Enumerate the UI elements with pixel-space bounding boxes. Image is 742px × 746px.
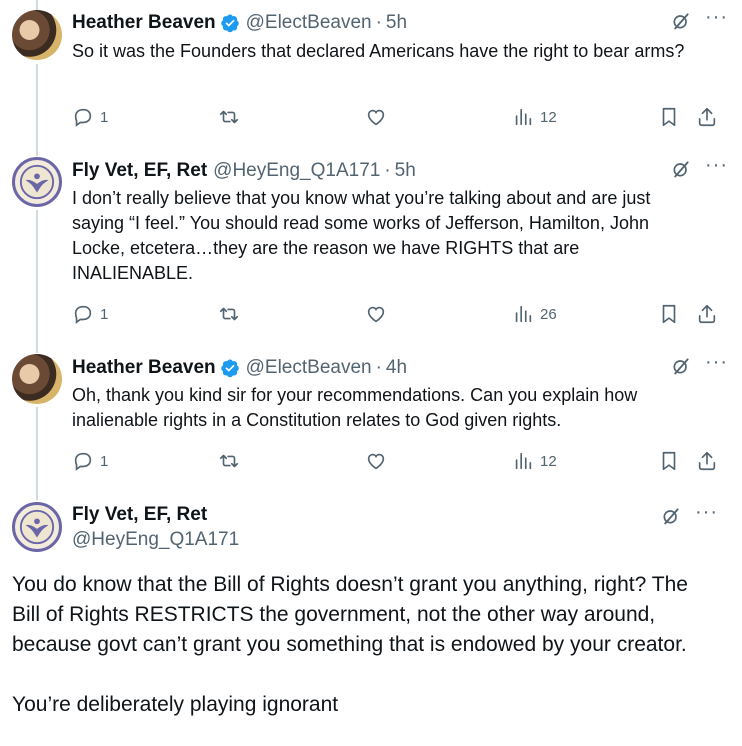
grok-icon[interactable]: [671, 11, 691, 31]
more-options-icon[interactable]: ···: [705, 155, 728, 175]
views-count: 12: [540, 108, 557, 126]
repost-icon: [219, 307, 239, 321]
bookmark-button[interactable]: [658, 106, 680, 128]
reply-tweet[interactable]: Fly Vet, EF, Ret @HeyEng_Q1A171 · 5h ···…: [0, 150, 742, 347]
share-icon: [698, 107, 716, 127]
heart-icon: [367, 306, 385, 323]
reply-button[interactable]: 1: [72, 106, 108, 128]
share-button[interactable]: [696, 106, 718, 128]
emblem-icon: [19, 164, 55, 200]
timestamp[interactable]: 4h: [386, 356, 407, 380]
avatar[interactable]: [12, 354, 62, 404]
avatar[interactable]: [12, 157, 62, 207]
reply-button[interactable]: 1: [72, 450, 108, 472]
reply-count: 1: [100, 305, 109, 323]
grok-icon[interactable]: [671, 356, 691, 376]
paragraph: You’re deliberately playing ignorant: [12, 693, 339, 716]
timestamp[interactable]: 5h: [395, 159, 416, 183]
action-bar: 1 12: [72, 450, 726, 474]
bookmark-icon: [662, 304, 676, 324]
tweet-text: I don’t really believe that you know wha…: [72, 188, 651, 283]
reply-tweet[interactable]: Heather Beaven @ElectBeaven · 5h ··· So …: [0, 0, 742, 150]
bookmark-icon: [662, 451, 676, 471]
author-name[interactable]: Fly Vet, EF, Ret: [72, 159, 207, 183]
bookmark-button[interactable]: [658, 450, 680, 472]
views-button[interactable]: 26: [512, 303, 557, 325]
more-options-icon[interactable]: ···: [705, 352, 728, 372]
repost-button[interactable]: [218, 450, 240, 472]
verified-badge-icon: [220, 13, 240, 33]
author-handle[interactable]: @ElectBeaven: [246, 11, 372, 35]
heart-icon: [367, 109, 385, 126]
author-name[interactable]: Fly Vet, EF, Ret: [72, 503, 239, 527]
emblem-icon: [19, 509, 55, 545]
repost-button[interactable]: [218, 303, 240, 325]
tweet-text: So it was the Founders that declared Ame…: [72, 41, 685, 61]
reply-count: 1: [100, 108, 109, 126]
views-icon: [515, 108, 532, 126]
main-header-actions: ···: [661, 502, 718, 526]
timestamp[interactable]: 5h: [386, 11, 407, 35]
share-button[interactable]: [696, 450, 718, 472]
like-button[interactable]: [365, 106, 387, 128]
reply-icon: [74, 305, 92, 324]
bookmark-button[interactable]: [658, 303, 680, 325]
share-button[interactable]: [696, 303, 718, 325]
tweet-header: Heather Beaven @ElectBeaven · 5h ···: [72, 7, 728, 35]
like-button[interactable]: [365, 450, 387, 472]
reply-button[interactable]: 1: [72, 303, 108, 325]
repost-icon: [219, 110, 239, 124]
separator-dot: ·: [384, 160, 391, 181]
reply-count: 1: [100, 452, 109, 470]
grok-icon[interactable]: [661, 506, 681, 526]
grok-icon[interactable]: [671, 159, 691, 179]
tweet-text: Oh, thank you kind sir for your recommen…: [72, 385, 638, 430]
share-icon: [698, 451, 716, 471]
views-icon: [515, 452, 532, 470]
avatar[interactable]: [12, 502, 62, 552]
reply-tweet[interactable]: Heather Beaven @ElectBeaven · 4h ··· Oh,…: [0, 347, 742, 497]
main-tweet-text: You do know that the Bill of Rights does…: [12, 570, 728, 746]
repost-icon: [219, 454, 239, 468]
views-count: 12: [540, 452, 557, 470]
separator-dot: ·: [375, 12, 382, 33]
author-name[interactable]: Heather Beaven: [72, 356, 216, 380]
verified-badge-icon: [220, 358, 240, 378]
action-bar: 1 26: [72, 303, 726, 327]
reply-icon: [74, 452, 92, 471]
more-options-icon[interactable]: ···: [695, 502, 718, 522]
main-tweet-header: Fly Vet, EF, Ret @HeyEng_Q1A171: [72, 503, 239, 553]
tweet-header: Fly Vet, EF, Ret @HeyEng_Q1A171 · 5h ···: [72, 155, 728, 183]
author-handle[interactable]: @HeyEng_Q1A171: [213, 159, 380, 183]
views-icon: [515, 305, 532, 323]
views-button[interactable]: 12: [512, 106, 557, 128]
heart-icon: [367, 453, 385, 470]
action-bar: 1 12: [72, 106, 726, 130]
bookmark-icon: [662, 107, 676, 127]
share-icon: [698, 304, 716, 324]
repost-button[interactable]: [218, 106, 240, 128]
separator-dot: ·: [375, 357, 382, 378]
avatar[interactable]: [12, 10, 62, 60]
more-options-icon[interactable]: ···: [705, 7, 728, 27]
paragraph: You do know that the Bill of Rights does…: [12, 573, 688, 656]
views-count: 26: [540, 305, 557, 323]
author-handle[interactable]: @HeyEng_Q1A171: [72, 527, 239, 553]
tweet-header: Heather Beaven @ElectBeaven · 4h ···: [72, 352, 728, 380]
author-name[interactable]: Heather Beaven: [72, 11, 216, 35]
author-handle[interactable]: @ElectBeaven: [246, 356, 372, 380]
reply-icon: [74, 108, 92, 127]
like-button[interactable]: [365, 303, 387, 325]
views-button[interactable]: 12: [512, 450, 557, 472]
